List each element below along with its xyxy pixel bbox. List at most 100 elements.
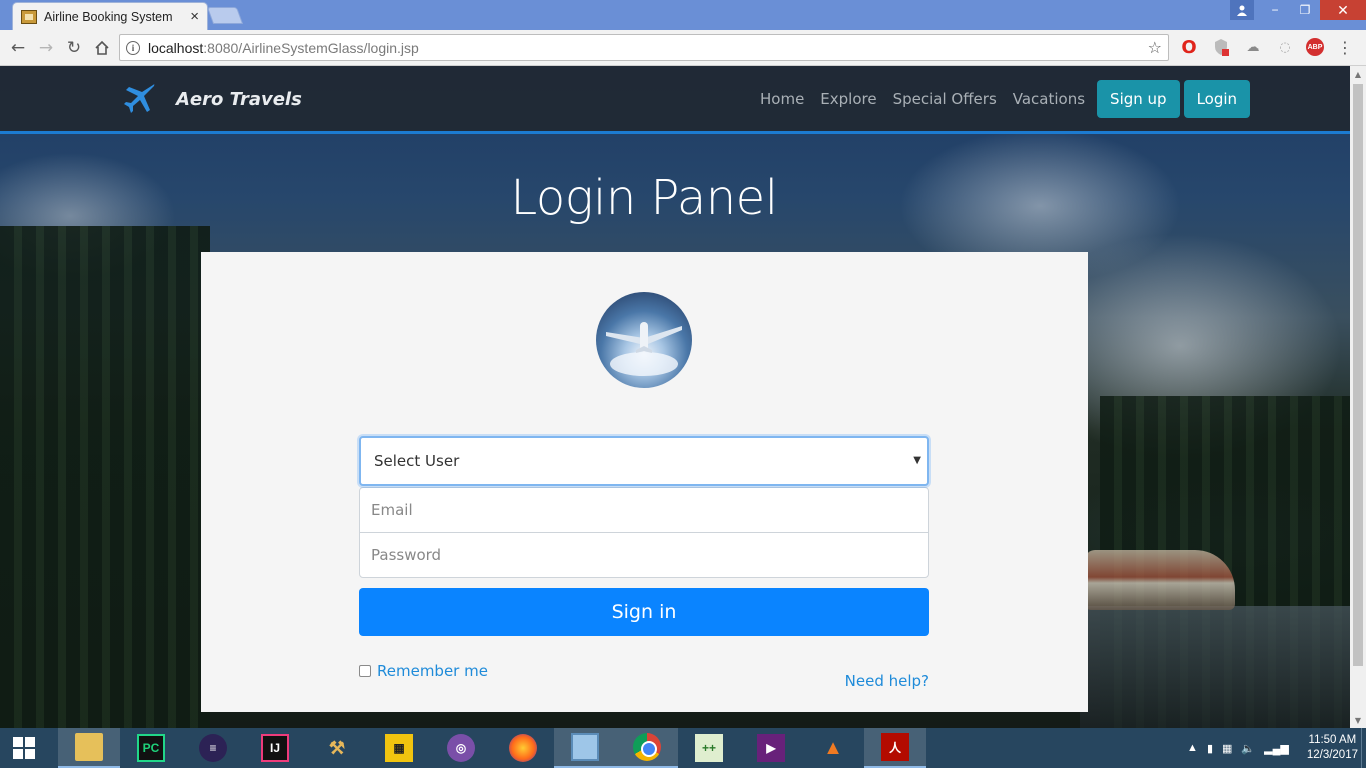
taskbar-notepadpp[interactable]: ++ xyxy=(678,728,740,768)
bookmark-star-icon[interactable]: ☆ xyxy=(1148,38,1162,57)
clock-time: 11:50 AM xyxy=(1308,734,1357,746)
restore-button[interactable]: ❐ xyxy=(1290,0,1320,20)
taskbar-acrobat[interactable]: 人 xyxy=(864,728,926,768)
browser-tab[interactable]: Airline Booking System × xyxy=(12,2,208,30)
eclipse-icon: ≡ xyxy=(199,734,227,762)
network-icon[interactable]: ▦ xyxy=(1222,742,1232,755)
chrome-icon xyxy=(633,733,661,761)
taskbar-matlab[interactable]: ▲ xyxy=(802,728,864,768)
scroll-thumb[interactable] xyxy=(1353,84,1363,666)
taskbar-apps: PC ≡ IJ ⚒ ▦ ◎ ++ ▶ ▲ 人 xyxy=(58,728,926,768)
close-window-button[interactable]: ✕ xyxy=(1320,0,1366,20)
forest-left-decoration xyxy=(0,226,210,728)
browser-toolbar: ← → ↻ i localhost:8080/AirlineSystemGlas… xyxy=(0,30,1366,66)
battery-icon[interactable]: ▮ xyxy=(1207,742,1213,755)
nav-special-offers[interactable]: Special Offers xyxy=(885,80,1005,118)
minimize-button[interactable]: − xyxy=(1260,0,1290,20)
tab-title: Airline Booking System xyxy=(44,9,173,24)
show-desktop-button[interactable] xyxy=(1361,728,1366,768)
system-clock[interactable]: 11:50 AM 12/3/2017 xyxy=(1307,733,1358,763)
tab-close-icon[interactable]: × xyxy=(190,8,199,25)
site-info-icon[interactable]: i xyxy=(126,40,140,55)
circle-extension-icon[interactable]: ◌ xyxy=(1274,36,1296,58)
forward-arrow-icon[interactable]: → xyxy=(32,34,60,62)
acrobat-icon: 人 xyxy=(881,733,909,761)
intellij-icon: IJ xyxy=(261,734,289,762)
site-navbar: Aero Travels Home Explore Special Offers… xyxy=(0,66,1350,134)
taskbar-pycharm[interactable]: PC xyxy=(120,728,182,768)
browser-menu-icon[interactable]: ⋮ xyxy=(1334,36,1356,58)
url-host: localhost xyxy=(148,39,204,56)
need-help-link[interactable]: Need help? xyxy=(845,672,929,690)
clock-date: 12/3/2017 xyxy=(1306,749,1358,761)
new-tab-button[interactable] xyxy=(206,7,244,24)
tools-icon: ⚒ xyxy=(328,737,346,758)
signup-button[interactable]: Sign up xyxy=(1097,80,1180,118)
url-text: localhost:8080/AirlineSystemGlass/login.… xyxy=(148,40,1148,56)
seaplane-decoration xyxy=(1085,550,1235,610)
signal-icon[interactable]: ▂▄▆ xyxy=(1264,742,1289,755)
taskbar-firefox[interactable] xyxy=(492,728,554,768)
user-type-select[interactable]: Select User ▼ xyxy=(359,436,929,486)
browser-tab-strip: Airline Booking System × − ❐ ✕ xyxy=(0,0,1366,30)
reload-icon[interactable]: ↻ xyxy=(60,34,88,62)
nav-home[interactable]: Home xyxy=(752,80,812,118)
site-favicon-icon xyxy=(21,9,37,24)
tray-overflow-icon[interactable]: ▲ xyxy=(1187,742,1198,754)
remember-me[interactable]: Remember me xyxy=(359,662,488,680)
firefox-icon xyxy=(509,734,537,762)
password-placeholder: Password xyxy=(371,546,442,564)
pycharm-icon: PC xyxy=(137,734,165,762)
email-placeholder: Email xyxy=(371,501,413,519)
adblock-plus-icon[interactable]: ABP xyxy=(1306,38,1324,56)
system-tray: ▲ ▮ ▦ 🔈 ▂▄▆ 11:50 AM 12/3/2017 xyxy=(1187,728,1358,768)
lake-decoration xyxy=(1080,606,1350,728)
home-icon[interactable] xyxy=(88,34,116,62)
airplane-avatar xyxy=(596,292,692,388)
visual-studio-icon: ▶ xyxy=(757,734,785,762)
address-bar[interactable]: i localhost:8080/AirlineSystemGlass/logi… xyxy=(119,34,1169,61)
remember-label[interactable]: Remember me xyxy=(377,662,488,680)
taskbar-intellij[interactable]: IJ xyxy=(244,728,306,768)
user-profile-icon[interactable] xyxy=(1230,0,1254,20)
login-button[interactable]: Login xyxy=(1183,80,1251,118)
tray-icons: ▲ ▮ ▦ 🔈 ▂▄▆ xyxy=(1187,742,1289,755)
back-arrow-icon[interactable]: ← xyxy=(4,34,32,62)
nav-links: Home Explore Special Offers Vacations Si… xyxy=(752,80,1251,118)
start-button[interactable] xyxy=(0,728,48,768)
taskbar-file-explorer[interactable] xyxy=(58,728,120,768)
brand-name: Aero Travels xyxy=(176,88,302,110)
taskbar-puzzle[interactable]: ▦ xyxy=(368,728,430,768)
taskbar-tor[interactable]: ◎ xyxy=(430,728,492,768)
nav-explore[interactable]: Explore xyxy=(812,80,884,118)
nav-vacations[interactable]: Vacations xyxy=(1005,80,1093,118)
tor-icon: ◎ xyxy=(447,734,475,762)
login-panel: Select User ▼ Email Password Sign in Rem… xyxy=(201,252,1088,712)
extension-icons: O ☁ ◌ ABP ⋮ xyxy=(1178,36,1356,58)
remember-checkbox[interactable] xyxy=(359,665,371,677)
taskbar-chrome[interactable] xyxy=(616,728,678,768)
notepadpp-icon: ++ xyxy=(695,734,723,762)
taskbar-tools[interactable]: ⚒ xyxy=(306,728,368,768)
sign-in-button[interactable]: Sign in xyxy=(359,588,929,636)
taskbar-visual-studio[interactable]: ▶ xyxy=(740,728,802,768)
page-scrollbar[interactable]: ▲ ▼ xyxy=(1350,66,1366,728)
file-explorer-icon xyxy=(75,733,103,761)
puzzle-icon: ▦ xyxy=(385,734,413,762)
password-field[interactable]: Password xyxy=(359,532,929,578)
taskbar-virtualbox[interactable] xyxy=(554,728,616,768)
email-field[interactable]: Email xyxy=(359,487,929,533)
page-background: Aero Travels Home Explore Special Offers… xyxy=(0,66,1350,728)
scroll-up-arrow-icon[interactable]: ▲ xyxy=(1350,66,1366,82)
volume-icon[interactable]: 🔈 xyxy=(1241,742,1255,755)
cloud-extension-icon[interactable]: ☁ xyxy=(1242,36,1264,58)
matlab-icon: ▲ xyxy=(823,736,843,759)
shield-extension-icon[interactable] xyxy=(1210,36,1232,58)
window-controls: − ❐ ✕ xyxy=(1230,0,1366,20)
scroll-down-arrow-icon[interactable]: ▼ xyxy=(1350,712,1366,728)
airplane-icon xyxy=(124,84,155,113)
brand[interactable]: Aero Travels xyxy=(122,82,302,116)
opera-vpn-icon[interactable]: O xyxy=(1178,36,1200,58)
taskbar-eclipse[interactable]: ≡ xyxy=(182,728,244,768)
dropdown-arrow-icon: ▼ xyxy=(913,455,921,466)
